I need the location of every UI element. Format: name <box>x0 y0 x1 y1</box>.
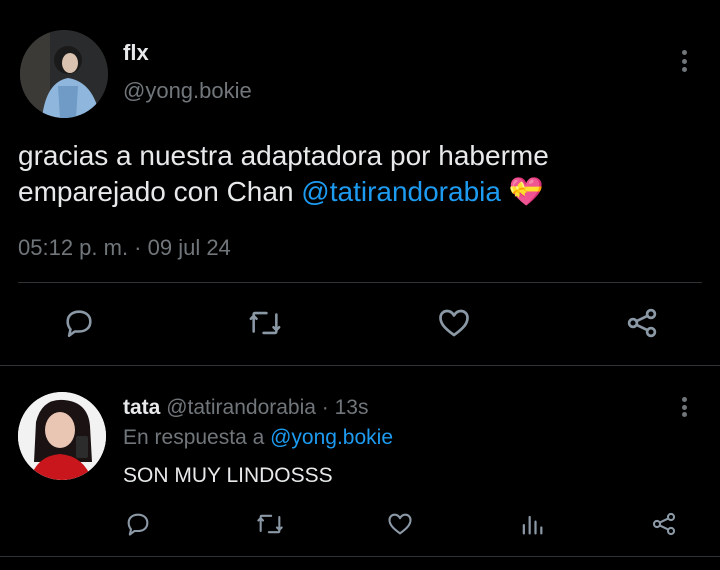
reply-time[interactable]: · 13s <box>322 396 369 419</box>
reply-context: En respuesta a @yong.bokie <box>123 426 393 450</box>
reply-more-options-icon[interactable] <box>680 397 688 417</box>
mention-link[interactable]: @tatirandorabia <box>301 176 501 207</box>
author-name[interactable]: flx <box>123 40 149 66</box>
reply-reply-icon[interactable] <box>124 510 152 538</box>
reply-author-name[interactable]: tata <box>123 396 160 419</box>
divider-top <box>18 282 702 283</box>
more-options-icon[interactable] <box>680 50 688 72</box>
reply-header: tata @tatirandorabia · 13s <box>123 396 368 420</box>
reply-text: SON MUY LINDOSSS <box>123 464 333 487</box>
reply-share-icon[interactable] <box>650 510 678 538</box>
share-icon[interactable] <box>624 305 660 341</box>
author-avatar-image <box>20 30 108 118</box>
tweet-text-line2: emparejado con Chan @tatirandorabia 💝 <box>18 174 708 210</box>
reply-author-avatar[interactable] <box>18 392 106 480</box>
retweet-icon[interactable] <box>246 306 284 340</box>
tweet-text-line1: gracias a nuestra adaptadora por haberme <box>18 140 549 171</box>
reply-author-avatar-image <box>18 392 106 480</box>
like-icon[interactable] <box>436 305 472 341</box>
tweet-timestamp[interactable]: 05:12 p. m. · 09 jul 24 <box>18 235 231 261</box>
in-reply-label: En respuesta a <box>123 426 265 449</box>
heart-ribbon-emoji: 💝 <box>508 176 544 207</box>
divider-bottom <box>0 365 720 366</box>
reply-retweet-icon[interactable] <box>254 510 286 538</box>
reply-icon[interactable] <box>62 306 96 340</box>
tweet-text: gracias a nuestra adaptadora por haberme… <box>18 138 708 210</box>
divider-reply-bottom <box>0 556 720 557</box>
reply-views-icon[interactable] <box>518 510 546 538</box>
author-handle[interactable]: @yong.bokie <box>123 78 252 104</box>
reply-author-handle[interactable]: @tatirandorabia <box>166 396 316 419</box>
tweet-text-plain: emparejado con Chan <box>18 176 294 207</box>
in-reply-handle[interactable]: @yong.bokie <box>270 426 393 449</box>
author-avatar[interactable] <box>20 30 108 118</box>
reply-like-icon[interactable] <box>386 510 414 538</box>
